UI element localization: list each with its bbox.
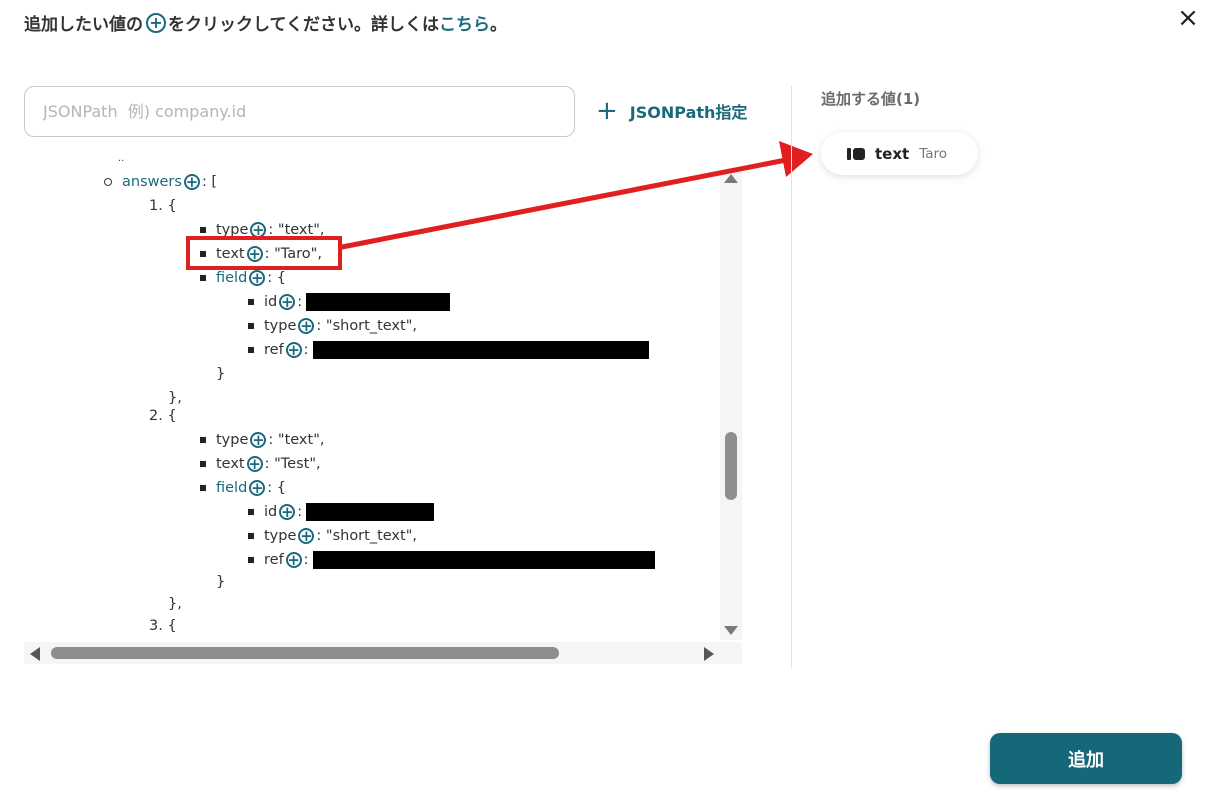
vertical-scrollbar[interactable]	[720, 170, 742, 640]
tree-punct: :	[297, 294, 303, 310]
tree-key-ref: ref	[264, 342, 284, 358]
tree-key-field[interactable]: field	[216, 476, 247, 500]
tree-row-answers: answers + : [	[104, 170, 217, 194]
tree-item-1-open: 1. {	[149, 198, 177, 214]
annotation-highlight-box	[186, 236, 342, 270]
add-field-icon[interactable]: +	[249, 480, 266, 496]
instruction-end: 。	[489, 15, 507, 35]
tree-key-type: type	[216, 432, 249, 448]
tree-row-field-type: type + : "short_text",	[248, 524, 417, 548]
scroll-down-arrow-icon[interactable]	[724, 626, 738, 635]
selected-value-chip[interactable]: text Taro	[821, 132, 978, 175]
tree-row-field-type: type + : "short_text",	[248, 314, 417, 338]
close-icon[interactable]: ×	[1176, 5, 1200, 31]
tree-value: : "text",	[268, 432, 325, 448]
tree-row-id: id + :	[248, 500, 435, 524]
jsonpath-specify-label: JSONPath指定	[629, 103, 748, 122]
plus-icon: +	[596, 96, 618, 126]
tag-icon	[847, 147, 865, 160]
add-id-icon[interactable]: +	[279, 294, 296, 310]
tree-field-close: }	[216, 574, 226, 590]
tree-bullet	[248, 299, 254, 305]
add-ref-icon[interactable]: +	[285, 552, 302, 568]
add-type-icon[interactable]: +	[298, 528, 315, 544]
tree-punct: : [	[201, 174, 218, 190]
tree-key-id: id	[264, 504, 278, 520]
tree-row-ref: ref + :	[248, 548, 655, 572]
add-circle-icon: +	[146, 12, 166, 33]
add-field-icon[interactable]: +	[249, 270, 266, 286]
scroll-up-arrow-icon[interactable]	[724, 174, 738, 183]
tree-punct: : {	[267, 480, 287, 496]
tree-bullet	[248, 509, 254, 515]
tree-bullet	[248, 533, 254, 539]
panel-divider	[791, 86, 792, 668]
tree-value: : "short_text",	[316, 528, 417, 544]
tree-bullet	[248, 323, 254, 329]
chip-key: text	[875, 144, 910, 163]
tree-row-field: field + : {	[200, 476, 286, 500]
tree-key-text: text	[216, 456, 245, 472]
add-ref-icon[interactable]: +	[285, 342, 302, 358]
tree-item-close: },	[168, 596, 182, 612]
redacted-value	[312, 341, 649, 359]
tree-row-id: id + :	[248, 290, 451, 314]
tree-value: : "Test",	[264, 456, 321, 472]
vertical-scroll-thumb[interactable]	[725, 432, 737, 500]
add-id-icon[interactable]: +	[279, 504, 296, 520]
tree-row-ref: ref + :	[248, 338, 649, 362]
tree-key-id: id	[264, 294, 278, 310]
tree-field-close: }	[216, 366, 226, 382]
add-type-icon[interactable]: +	[298, 318, 315, 334]
tree-bullet	[200, 437, 206, 443]
tree-key-answers[interactable]: answers	[122, 170, 182, 194]
tree-bullet	[200, 485, 206, 491]
instruction-text: 追加したい値の + をクリックしてください。詳しくは こちら 。	[24, 10, 507, 35]
add-answers-icon[interactable]: +	[183, 174, 200, 190]
jsonpath-search-input[interactable]	[24, 86, 575, 137]
chip-value: Taro	[919, 145, 948, 162]
instruction-after: をクリックしてください。詳しくは	[168, 15, 439, 35]
tree-key-type: type	[264, 318, 297, 334]
tree-value: : "short_text",	[316, 318, 417, 334]
tree-punct: :	[303, 342, 309, 358]
redacted-value	[312, 551, 655, 569]
add-text-icon[interactable]: +	[246, 456, 263, 472]
tree-row-type: type + : "text",	[200, 428, 324, 452]
scroll-left-arrow-icon[interactable]	[30, 647, 40, 661]
tree-bullet	[104, 178, 112, 186]
tree-key-ref: ref	[264, 552, 284, 568]
scroll-right-arrow-icon[interactable]	[704, 647, 714, 661]
tree-punct: :	[303, 552, 309, 568]
tree-item-2-open: 2. {	[149, 408, 177, 424]
json-tree-panel: ·· answers + : [ 1. { type + : "text", t…	[24, 156, 742, 664]
tree-bullet	[200, 461, 206, 467]
redacted-value	[306, 293, 451, 311]
add-type-icon[interactable]: +	[250, 432, 267, 448]
help-link[interactable]: こちら	[439, 10, 490, 35]
tree-row-text: text + : "Test",	[200, 452, 321, 476]
tree-bullet	[248, 347, 254, 353]
selected-values-title: 追加する値(1)	[821, 90, 921, 108]
instruction-before: 追加したい値の	[24, 15, 143, 35]
tree-bullet	[200, 227, 206, 233]
horizontal-scroll-thumb[interactable]	[51, 647, 559, 659]
tree-key-type: type	[264, 528, 297, 544]
tree-bullet	[248, 557, 254, 563]
jsonpath-specify-button[interactable]: + JSONPath指定	[596, 96, 747, 126]
tree-item-3-open: 3. {	[149, 618, 177, 634]
add-button[interactable]: 追加	[990, 733, 1182, 784]
tree-bullet	[200, 275, 206, 281]
redacted-value	[306, 503, 435, 521]
tree-punct: :	[297, 504, 303, 520]
